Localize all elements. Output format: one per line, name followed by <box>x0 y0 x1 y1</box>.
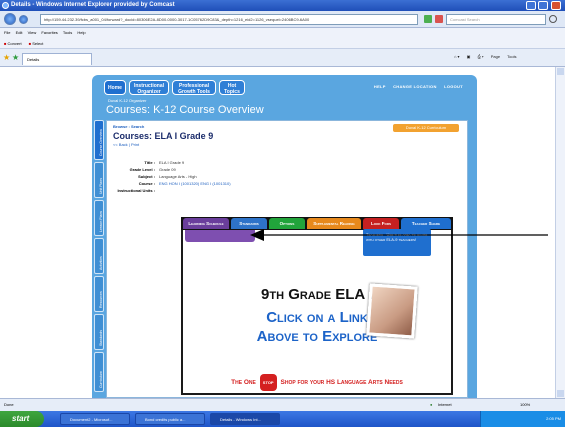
security-zone: Internet <box>438 402 452 407</box>
status-text: Done <box>4 402 14 407</box>
side-tab-resources[interactable]: Resources <box>94 276 104 312</box>
menu-file[interactable]: File <box>4 30 10 35</box>
add-favorite-icon[interactable]: ★ <box>12 53 19 62</box>
course-content-panel: Browse : Search Duval K-12 Curriculum Co… <box>106 120 468 398</box>
taskbar-details-ie[interactable]: Details - Windows Int... <box>210 413 280 425</box>
convert-button[interactable]: Convert <box>8 41 22 46</box>
feeds-icon[interactable]: ▣ <box>467 54 471 59</box>
vertical-scrollbar[interactable] <box>555 67 565 398</box>
search-icon[interactable] <box>549 15 557 23</box>
side-tab-course-overview[interactable]: Course Overview <box>94 120 104 160</box>
menu-view[interactable]: View <box>28 30 37 35</box>
change-location-link[interactable]: CHANGE LOCATION <box>393 84 437 89</box>
select-icon: ■ <box>28 41 32 46</box>
menu-edit[interactable]: Edit <box>16 30 23 35</box>
side-tab-lesson-plans[interactable]: Lesson Plans <box>94 200 104 236</box>
back-arrow-icon[interactable] <box>4 13 16 25</box>
student-photo <box>366 283 418 339</box>
browse-search-links[interactable]: Browse : Search <box>113 124 144 129</box>
page-menu[interactable]: Page <box>491 54 500 59</box>
zoom-level[interactable]: 100% <box>520 399 530 411</box>
ie-logo-icon <box>2 2 9 9</box>
tab-learning-schedule[interactable]: Learning Schedule <box>183 218 229 229</box>
site-header: Home Instructional Organizer Professiona… <box>92 75 477 116</box>
nav-professional-growth-tools[interactable]: Professional Growth Tools <box>172 80 216 95</box>
course-heading: Courses: ELA I Grade 9 <box>113 131 214 141</box>
menu-bar: File Edit View Favorites Tools Help <box>0 28 565 38</box>
maximize-button[interactable] <box>538 1 548 10</box>
minimize-button[interactable] <box>526 1 536 10</box>
address-toolbar: http://159.44.232.39/fcbs_a001_04/forwar… <box>0 11 565 28</box>
window-title-bar[interactable]: Details - Windows Internet Explorer prov… <box>0 0 565 11</box>
taskbar-bond-credits[interactable]: Bond credits public a... <box>135 413 205 425</box>
links-bar: ■ Convert ■ Select <box>0 38 565 49</box>
logout-link[interactable]: LOGOUT <box>444 84 463 89</box>
back-print-links[interactable]: << Back | Print <box>113 142 139 147</box>
breadcrumb[interactable]: Duval K-12 Organizer <box>108 98 146 103</box>
internet-zone-icon: ● <box>430 402 433 407</box>
side-tab-activities[interactable]: Activities <box>94 238 104 274</box>
print-icon[interactable]: ⎙ ▾ <box>478 54 484 59</box>
refresh-icon[interactable] <box>424 15 432 23</box>
select-button[interactable]: Select <box>32 41 43 46</box>
taskbar-word-document[interactable]: Document2 - Microsof... <box>60 413 130 425</box>
menu-help[interactable]: Help <box>77 30 85 35</box>
side-tab-curriculum[interactable]: Curriculum <box>94 352 104 392</box>
learning-schedule-panel[interactable] <box>185 230 255 242</box>
menu-favorites[interactable]: Favorites <box>41 30 57 35</box>
status-bar: Done ● Internet 100% <box>0 398 565 411</box>
annotation-arrow-icon <box>250 229 548 241</box>
system-tray: 2:05 PM <box>480 411 565 427</box>
shop-banner[interactable]: The One STOP Shop for your HS Language A… <box>183 373 451 393</box>
page-viewport: Home Instructional Organizer Professiona… <box>0 67 565 398</box>
nav-instructional-organizer[interactable]: Instructional Organizer <box>129 80 169 95</box>
start-button[interactable]: start <box>0 411 44 427</box>
browser-tab[interactable]: Details <box>22 53 92 65</box>
menu-tools[interactable]: Tools <box>63 30 72 35</box>
forward-arrow-icon[interactable] <box>19 15 28 24</box>
curriculum-badge[interactable]: Duval K-12 Curriculum <box>393 124 459 132</box>
stop-icon[interactable] <box>435 15 443 23</box>
clock[interactable]: 2:05 PM <box>546 416 561 421</box>
scroll-down-icon[interactable] <box>557 390 564 397</box>
side-tab-unit-plans[interactable]: Unit Plans <box>94 162 104 198</box>
page-title: Courses: K-12 Course Overview <box>106 104 264 116</box>
utility-links: HELP CHANGE LOCATION LOGOUT <box>374 84 463 89</box>
window-title: Details - Windows Internet Explorer prov… <box>11 2 175 8</box>
address-input[interactable]: http://159.44.232.39/fcbs_a001_04/forwar… <box>40 14 418 25</box>
pdf-icon: ■ <box>4 41 7 46</box>
banner-right-text: Shop for your HS Language Arts Needs <box>280 379 403 386</box>
close-button[interactable] <box>551 1 561 10</box>
scroll-up-icon[interactable] <box>557 68 564 75</box>
stop-sign-icon: STOP <box>259 373 277 391</box>
tab-title: Details <box>27 57 40 62</box>
banner-left-text: The One <box>231 379 256 386</box>
help-link[interactable]: HELP <box>374 84 386 89</box>
taskbar: start Document2 - Microsof... Bond credi… <box>0 411 565 427</box>
favorites-star-icon[interactable]: ★ <box>3 53 10 62</box>
nav-hot-topics[interactable]: Hot Topics <box>219 80 245 95</box>
home-icon[interactable]: ⌂ ▾ <box>454 54 460 59</box>
side-tab-standards[interactable]: Standards <box>94 314 104 350</box>
command-bar: ⌂ ▾ ▣ ⎙ ▾ Page Tools <box>454 54 517 59</box>
side-tab-rail: Course Overview Unit Plans Lesson Plans … <box>94 120 104 398</box>
nav-home[interactable]: Home <box>104 80 126 95</box>
tools-menu[interactable]: Tools <box>507 54 516 59</box>
start-label: start <box>12 414 30 423</box>
search-input[interactable]: Comcast Search <box>446 14 546 25</box>
browser-tab-bar: ★ ★ Details ⌂ ▾ ▣ ⎙ ▾ Page Tools <box>0 49 565 67</box>
